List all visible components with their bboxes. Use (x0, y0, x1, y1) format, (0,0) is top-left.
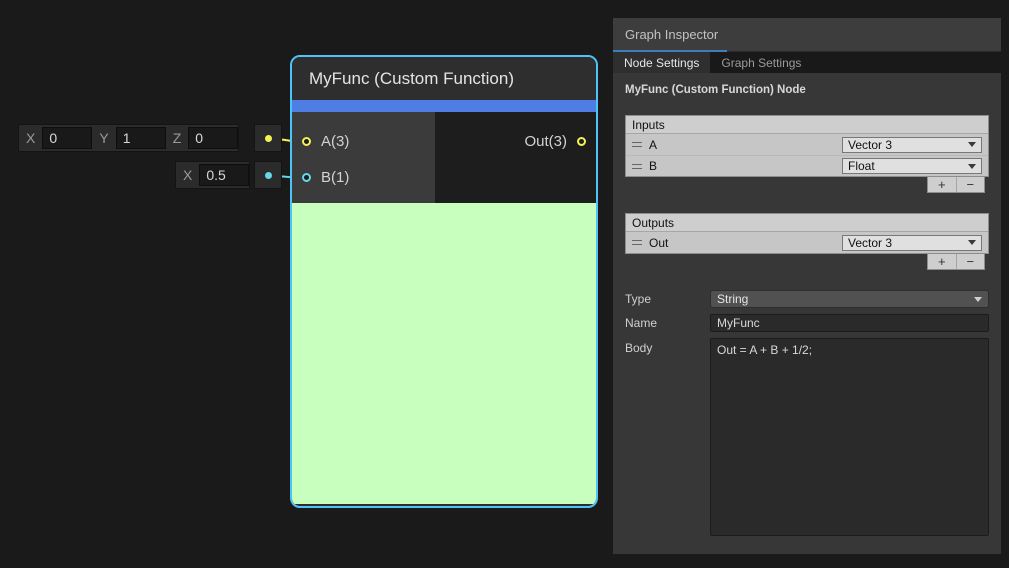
float-connector[interactable] (254, 161, 282, 189)
graph-inspector-panel: Graph Inspector Node Settings Graph Sett… (613, 18, 1001, 554)
drag-handle-icon[interactable] (632, 240, 642, 245)
x-axis-label: X (19, 125, 42, 151)
float-connector-dot-icon[interactable] (265, 172, 272, 179)
input-name: A (649, 138, 835, 152)
outputs-list-footer: + − (927, 254, 985, 270)
custom-function-node[interactable]: MyFunc (Custom Function) A(3) B(1) Out(3… (290, 55, 598, 508)
inputs-list: Inputs A Vector 3 B Float (625, 115, 989, 177)
tab-graph-settings[interactable]: Graph Settings (710, 52, 812, 73)
y-axis-label: Y (92, 125, 115, 151)
port-b-label: B(1) (321, 169, 349, 186)
vector3-connector-dot-icon[interactable] (265, 135, 272, 142)
port-a-circle-icon[interactable] (302, 137, 311, 146)
inspector-tabbar: Node Settings Graph Settings (613, 52, 1001, 73)
port-a[interactable]: A(3) (302, 131, 349, 151)
inspector-header[interactable]: Graph Inspector (613, 18, 1001, 52)
vector3-connector[interactable] (254, 124, 282, 152)
float-input-widget[interactable]: X 0.5 (175, 161, 250, 189)
inputs-list-footer: + − (927, 177, 985, 193)
node-inputs-column (292, 112, 435, 203)
node-header[interactable]: MyFunc (Custom Function) (292, 57, 596, 100)
outputs-list: Outputs Out Vector 3 (625, 213, 989, 254)
dropdown-value: String (717, 292, 748, 306)
chevron-down-icon (968, 164, 976, 169)
float-value-field[interactable]: 0.5 (199, 164, 249, 186)
node-ports-area: A(3) B(1) Out(3) (292, 112, 596, 203)
y-value-field[interactable]: 1 (116, 127, 166, 149)
type-label: Type (625, 292, 710, 306)
add-output-button[interactable]: + (928, 254, 956, 269)
name-label: Name (625, 316, 710, 330)
x-axis-label: X (176, 162, 199, 188)
output-name: Out (649, 236, 835, 250)
x-value-field[interactable]: 0 (42, 127, 92, 149)
output-type-dropdown[interactable]: Vector 3 (842, 235, 982, 251)
tab-node-settings[interactable]: Node Settings (613, 52, 710, 73)
shader-graph-canvas[interactable]: X 0 Y 1 Z 0 X 0.5 MyFunc (Custom Functio… (0, 0, 1009, 568)
name-input[interactable] (710, 314, 989, 332)
dropdown-value: Vector 3 (848, 236, 892, 250)
z-value-field[interactable]: 0 (188, 127, 238, 149)
add-input-button[interactable]: + (928, 177, 956, 192)
node-preview (292, 203, 596, 504)
body-textarea[interactable]: Out = A + B + 1/2; (710, 338, 989, 536)
inspector-tab-underline (613, 50, 727, 52)
chevron-down-icon (974, 297, 982, 302)
name-field-row: Name (625, 314, 989, 332)
input-type-dropdown[interactable]: Float (842, 158, 982, 174)
drag-handle-icon[interactable] (632, 164, 642, 169)
inspector-title: Graph Inspector (625, 27, 718, 42)
input-type-dropdown[interactable]: Vector 3 (842, 137, 982, 153)
port-out-label: Out(3) (524, 133, 567, 150)
body-label: Body (625, 338, 710, 355)
port-out[interactable]: Out(3) (524, 131, 586, 151)
chevron-down-icon (968, 142, 976, 147)
inspector-node-title: MyFunc (Custom Function) Node (625, 84, 989, 96)
node-outputs-column (435, 112, 596, 203)
inputs-list-header: Inputs (626, 116, 988, 134)
list-item[interactable]: Out Vector 3 (626, 232, 988, 253)
vector3-input-widget[interactable]: X 0 Y 1 Z 0 (18, 124, 239, 152)
port-b[interactable]: B(1) (302, 167, 349, 187)
remove-output-button[interactable]: − (956, 254, 985, 269)
body-field-row: Body Out = A + B + 1/2; (625, 338, 989, 536)
type-field-row: Type String (625, 290, 989, 308)
drag-handle-icon[interactable] (632, 142, 642, 147)
inspector-content: MyFunc (Custom Function) Node Inputs A V… (613, 84, 1001, 536)
dropdown-value: Vector 3 (848, 138, 892, 152)
dropdown-value: Float (848, 159, 875, 173)
list-item[interactable]: A Vector 3 (626, 134, 988, 155)
outputs-list-header: Outputs (626, 214, 988, 232)
type-dropdown[interactable]: String (710, 290, 989, 308)
node-accent-bar (292, 100, 596, 112)
port-out-circle-icon[interactable] (577, 137, 586, 146)
remove-input-button[interactable]: − (956, 177, 985, 192)
input-name: B (649, 159, 835, 173)
list-item[interactable]: B Float (626, 155, 988, 176)
port-b-circle-icon[interactable] (302, 173, 311, 182)
node-title: MyFunc (Custom Function) (309, 69, 514, 89)
port-a-label: A(3) (321, 133, 349, 150)
z-axis-label: Z (166, 125, 189, 151)
chevron-down-icon (968, 240, 976, 245)
